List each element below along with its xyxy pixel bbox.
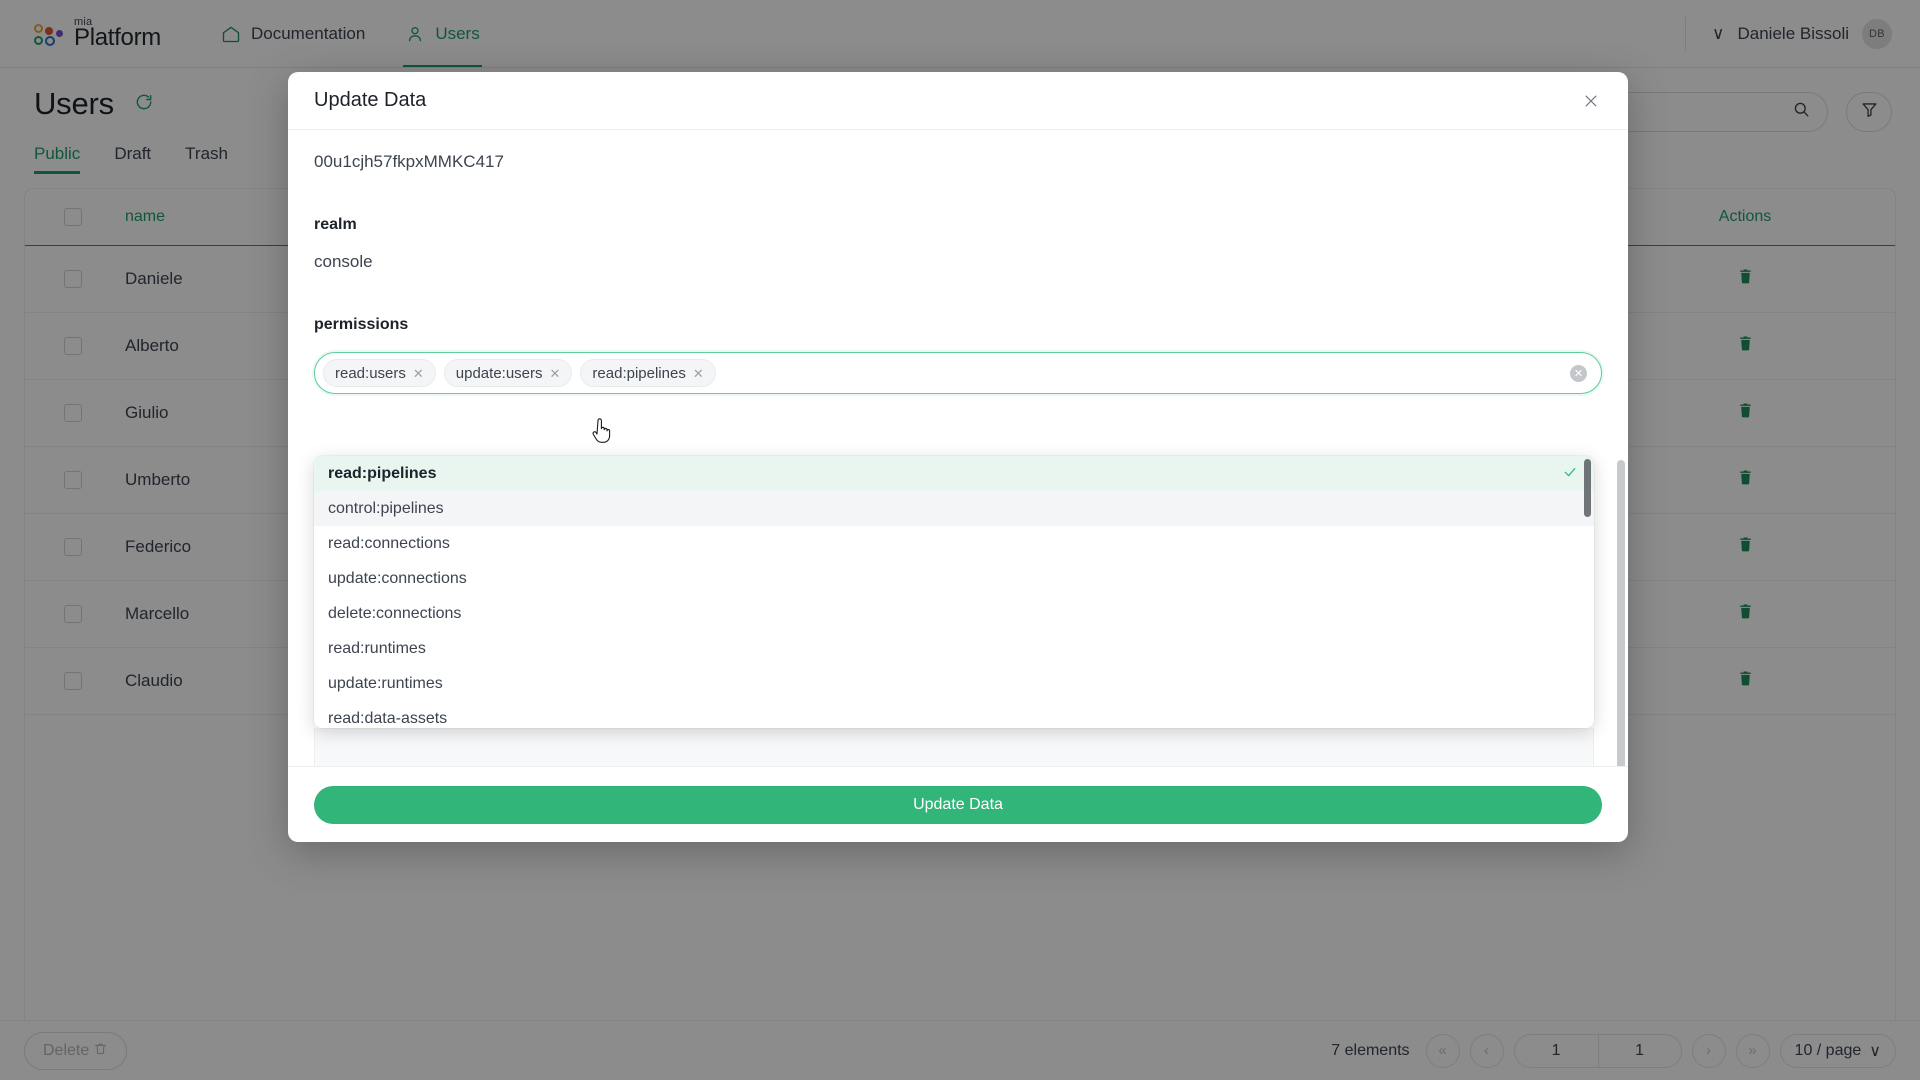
permissions-tag-input[interactable]: read:users ✕ update:users ✕ read:pipelin… [314,352,1602,394]
dropdown-option[interactable]: read:runtimes [314,631,1594,666]
dropdown-option[interactable]: update:connections [314,561,1594,596]
dropdown-option[interactable]: delete:connections [314,596,1594,631]
permission-tag-label: update:users [455,364,543,382]
close-icon[interactable]: ✕ [413,367,424,380]
dropdown-option[interactable]: read:data-assets [314,701,1594,728]
permission-tag[interactable]: read:users ✕ [323,359,436,387]
dropdown-option-label: read:data-assets [328,709,448,727]
dropdown-option-label: control:pipelines [328,499,444,517]
dropdown-option-label: update:runtimes [328,674,443,692]
record-id-value: 00u1cjh57fkpxMMKC417 [314,152,504,171]
permission-tag[interactable]: read:pipelines ✕ [580,359,716,387]
modal-body: 00u1cjh57fkpxMMKC417 realm console permi… [288,130,1628,766]
dropdown-scrollbar-thumb[interactable] [1584,459,1591,517]
dropdown-option-label: read:connections [328,534,450,552]
dropdown-option[interactable]: read:pipelines [314,456,1594,491]
close-icon[interactable]: ✕ [693,367,704,380]
permission-tag-label: read:pipelines [592,364,686,382]
clear-circle-icon[interactable]: ✕ [1570,364,1587,382]
permissions-label: permissions [314,316,409,333]
permission-tag[interactable]: update:users ✕ [443,359,573,387]
close-icon[interactable] [1576,86,1606,116]
permission-tag-label: read:users [335,364,406,382]
dropdown-option-label: read:runtimes [328,639,426,657]
modal-title: Update Data [314,89,427,111]
dropdown-option-label: delete:connections [328,604,462,622]
permissions-dropdown: read:pipelines control:pipelines read:conn… [314,456,1594,728]
update-data-modal: Update Data 00u1cjh57fkpxMMKC417 realm c… [288,72,1628,842]
dropdown-option[interactable]: control:pipelines [314,491,1594,526]
dropdown-option[interactable]: read:connections [314,526,1594,561]
update-data-button[interactable]: Update Data [314,785,1602,824]
close-icon[interactable]: ✕ [550,367,561,380]
check-icon [1562,464,1578,484]
realm-label: realm [314,216,357,233]
dropdown-option-label: update:connections [328,569,467,587]
form-panel-background [314,728,1594,766]
modal-footer: Update Data [288,766,1628,842]
dropdown-option-label: read:pipelines [328,464,437,482]
modal-scrollbar-thumb[interactable] [1617,460,1625,766]
realm-value: console [314,252,373,271]
permissions-option-list: read:pipelines control:pipelines read:conn… [314,456,1594,728]
modal-header: Update Data [288,72,1628,130]
dropdown-option[interactable]: update:runtimes [314,666,1594,701]
